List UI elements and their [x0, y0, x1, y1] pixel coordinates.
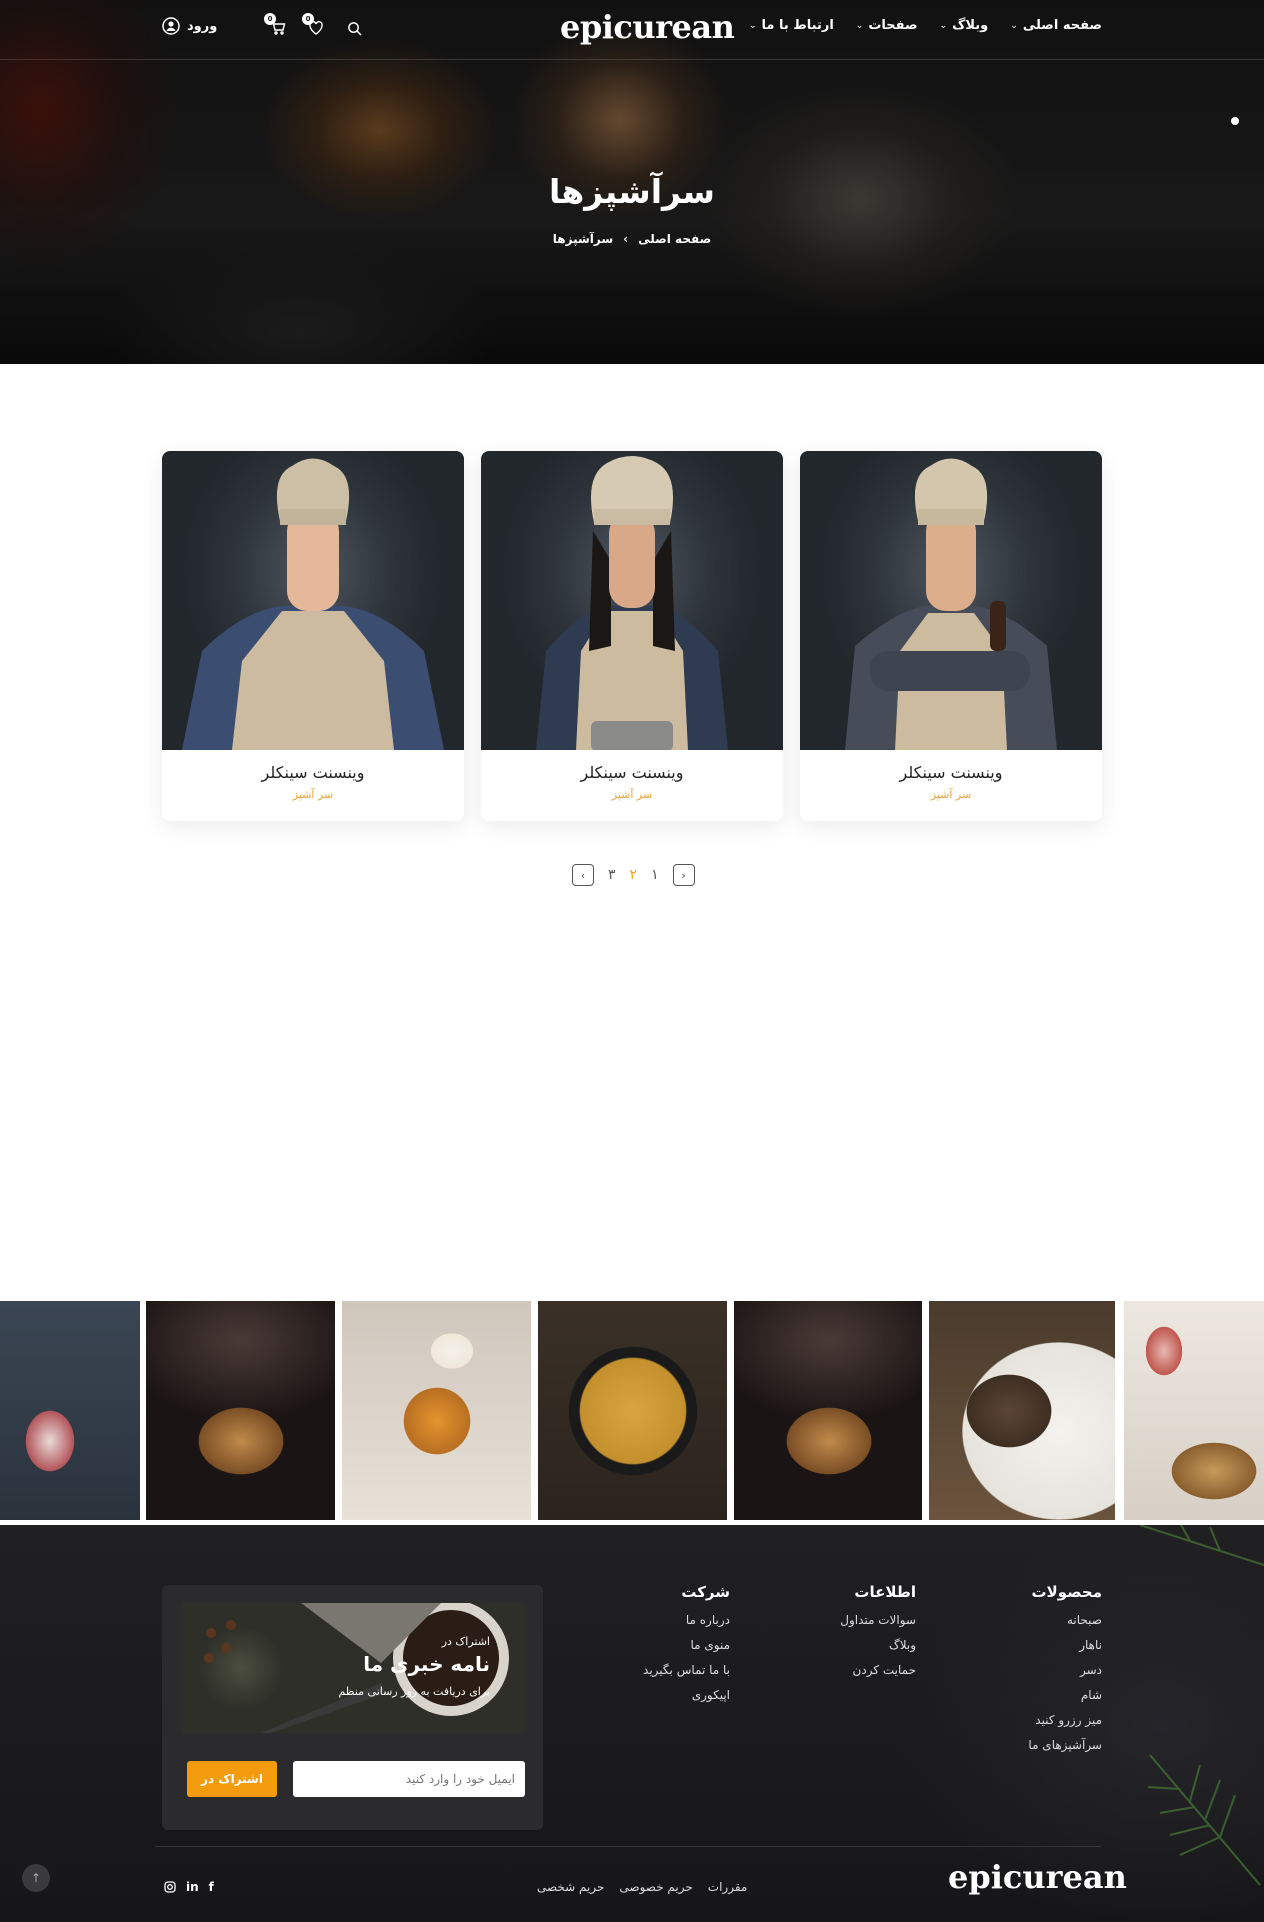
social-links: in f	[164, 1880, 214, 1894]
chevron-right-icon: ›	[681, 868, 686, 882]
gallery-image-burger[interactable]	[146, 1301, 335, 1520]
breadcrumb-current: سرآشپزها	[552, 232, 614, 246]
newsletter-description: برای دریافت به روز رسانی منظم	[338, 1685, 490, 1698]
site-logo[interactable]: epicurean	[560, 8, 735, 46]
chef-photo	[800, 451, 1102, 750]
privacy-link[interactable]: حریم خصوصی	[619, 1880, 692, 1894]
chef-card[interactable]: وینسنت سینکلر سر آشپز	[162, 451, 464, 821]
newsletter-subtitle: اشتراک در	[441, 1635, 490, 1648]
newsletter-box: اشتراک در نامه خبری ما برای دریافت به رو…	[162, 1585, 543, 1830]
next-page-button[interactable]: ›	[672, 864, 695, 886]
cart-count-badge: 0	[264, 13, 276, 25]
pagination: ‹ ۳ ۲ ۱ ›	[572, 864, 695, 886]
gallery-image-burger[interactable]	[734, 1301, 922, 1520]
previous-page-button[interactable]: ‹	[572, 864, 594, 886]
page-1-link[interactable]: ۱	[651, 867, 659, 883]
arrow-up-icon: ↑	[30, 1871, 42, 1885]
terms-link[interactable]: مقررات	[708, 1880, 748, 1894]
chef-role: سر آشپز	[292, 788, 334, 801]
page-2-link[interactable]: ۲	[630, 867, 638, 883]
chevron-down-icon: ⌄	[748, 20, 757, 31]
chef-name: وینسنت سینکلر	[261, 763, 365, 782]
chevron-down-icon: ⌄	[855, 20, 864, 31]
search-icon[interactable]	[344, 18, 364, 38]
chevron-down-icon: ⌄	[939, 20, 948, 31]
footer-link[interactable]: سوالات متداول	[840, 1613, 916, 1627]
chevron-down-icon: ⌄	[1010, 20, 1018, 31]
footer-column-title: اطلاعات	[854, 1583, 916, 1601]
top-navigation-bar: صفحه اصلی ⌄ وبلاگ ⌄ صفحات ⌄ ارتباط با ما ⌄ e…	[0, 0, 1264, 60]
nav-label: ارتباط با ما	[761, 18, 834, 33]
chevron-left-icon: ‹	[580, 868, 586, 882]
footer-link[interactable]: منوی ما	[643, 1638, 730, 1652]
newsletter-title: نامه خبری ما	[363, 1652, 490, 1676]
nav-label: صفحه اصلی	[1022, 18, 1102, 33]
cart-icon[interactable]: 0	[264, 13, 288, 38]
newsletter-image: اشتراک در نامه خبری ما برای دریافت به رو…	[181, 1603, 524, 1733]
footer-link[interactable]: اپیکوری	[643, 1688, 730, 1702]
logo-text: epicurean	[560, 8, 735, 46]
footer-logo[interactable]: epicurean	[948, 1858, 1127, 1896]
footer-column-company: شرکت درباره ما منوی ما با ما تماس بگیرید…	[643, 1583, 730, 1713]
gallery-image-rice-bowl[interactable]	[538, 1301, 727, 1520]
chef-role: سر آشپز	[611, 788, 653, 801]
gallery-image-grilled-meat[interactable]	[929, 1301, 1115, 1520]
chef-role: سر آشپز	[930, 788, 972, 801]
breadcrumb: صفحه اصلی ‹ سرآشپزها	[0, 232, 1264, 246]
chevron-left-icon: ‹	[623, 232, 629, 246]
footer-link[interactable]: وبلاگ	[840, 1638, 916, 1652]
nav-label: صفحات	[868, 18, 918, 33]
chef-name: وینسنت سینکلر	[899, 763, 1003, 782]
header-icons: 0 0	[264, 13, 364, 38]
subscribe-button[interactable]: اشتراک در	[187, 1761, 277, 1797]
nav-item-home[interactable]: صفحه اصلی ⌄	[1010, 18, 1102, 33]
nav-label: وبلاگ	[952, 18, 989, 33]
chef-photo	[481, 451, 783, 750]
footer-column-title: شرکت	[681, 1583, 730, 1601]
chef-card[interactable]: وینسنت سینکلر سر آشپز	[481, 451, 783, 821]
user-icon	[162, 17, 180, 35]
breadcrumb-home-link[interactable]: صفحه اصلی	[638, 232, 711, 246]
page-title: سرآشپزها	[548, 172, 715, 211]
hero-banner: صفحه اصلی ⌄ وبلاگ ⌄ صفحات ⌄ ارتباط با ما ⌄ e…	[0, 0, 1264, 364]
facebook-icon[interactable]: f	[209, 1880, 214, 1894]
footer-link[interactable]: حمایت کردن	[840, 1663, 916, 1677]
footer-divider	[155, 1846, 1101, 1847]
nav-item-contact[interactable]: ارتباط با ما ⌄	[749, 18, 834, 33]
chef-photo	[162, 451, 464, 750]
login-label: ورود	[187, 18, 218, 34]
gallery-image-dessert[interactable]	[342, 1301, 531, 1520]
heart-icon[interactable]: 0	[302, 13, 326, 38]
main-nav: صفحه اصلی ⌄ وبلاگ ⌄ صفحات ⌄ ارتباط با ما ⌄	[749, 18, 1102, 33]
chef-card[interactable]: وینسنت سینکلر سر آشپز	[800, 451, 1102, 821]
page-3-link[interactable]: ۳	[608, 867, 616, 883]
footer-link[interactable]: با ما تماس بگیرید	[643, 1663, 730, 1677]
nav-item-pages[interactable]: صفحات ⌄	[856, 18, 918, 33]
footer-column-info: اطلاعات سوالات متداول وبلاگ حمایت کردن	[840, 1583, 916, 1688]
scroll-to-top-button[interactable]: ↑	[22, 1864, 50, 1892]
login-button[interactable]: ورود	[162, 17, 217, 35]
footer-legal-links: مقررات حریم خصوصی حریم شخصی	[537, 1880, 747, 1894]
wishlist-count-badge: 0	[302, 13, 314, 25]
instagram-icon[interactable]	[164, 1881, 176, 1893]
nav-item-blog[interactable]: وبلاگ ⌄	[940, 18, 989, 33]
personal-privacy-link[interactable]: حریم شخصی	[537, 1880, 604, 1894]
chef-name: وینسنت سینکلر	[580, 763, 684, 782]
gallery-image-cheese-board[interactable]	[1124, 1301, 1264, 1520]
email-input[interactable]	[293, 1761, 525, 1797]
food-gallery	[0, 1301, 1264, 1520]
gallery-image-hot-chocolate[interactable]	[0, 1301, 140, 1520]
chef-cards-grid: وینسنت سینکلر سر آشپز وینسنت سینکلر سر آ…	[162, 451, 1102, 821]
slider-dot[interactable]	[1231, 117, 1239, 125]
footer-link[interactable]: درباره ما	[643, 1613, 730, 1627]
linkedin-icon[interactable]: in	[186, 1880, 199, 1894]
site-footer: محصولات صبحانه ناهار دسر شام میز رزرو کن…	[0, 1525, 1264, 1922]
